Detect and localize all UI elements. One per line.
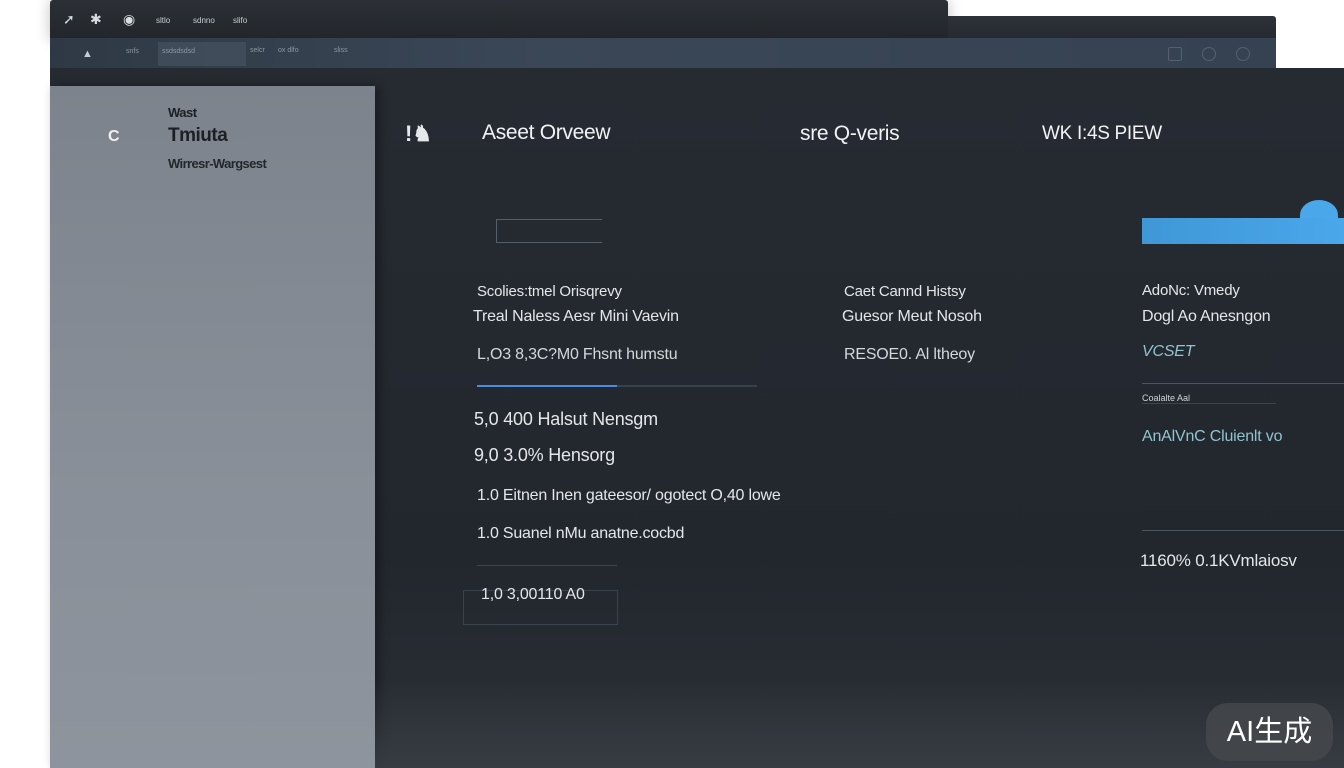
- toolbar-label-3[interactable]: selcr: [250, 47, 265, 54]
- progress-fill: [477, 385, 617, 387]
- progress-bar: [477, 385, 757, 387]
- col1-subheading: Treal Naless Aesr Mini Vaevin: [473, 308, 679, 325]
- col1-row-1: L,O3 8,3C?M0 Fhsnt humstu: [477, 346, 678, 363]
- title-bar-extension: [948, 16, 1276, 40]
- secondary-toolbar: ▲ snfs ssdsdsdsd selcr ox dlfo sliss: [50, 38, 1276, 70]
- col1-row-5: 1.0 Suanel nMu anatne.cocbd: [477, 525, 685, 542]
- col1-row-2: 5,0 400 Halsut Nensgm: [474, 409, 658, 429]
- col3-teal-row: AnAlVnC Cluienlt vo: [1142, 428, 1283, 445]
- title-bar: [50, 0, 948, 40]
- col3-heading: AdoNc: Vmedy: [1142, 282, 1240, 299]
- window-icon[interactable]: [1168, 47, 1182, 61]
- col1-row-4: 1.0 Eitnen Inen gateesor/ ogotect O,40 l…: [477, 487, 781, 504]
- col3-teal-value: VCSET: [1142, 343, 1195, 360]
- col2-subheading: Guesor Meut Nosoh: [842, 308, 982, 325]
- app-logo-icon: !♞: [405, 121, 433, 146]
- toolbar-label-2[interactable]: ssdsdsdsd: [162, 48, 195, 55]
- ai-watermark-badge: AI生成: [1206, 703, 1333, 761]
- col3-subheading: Dogl Ao Anesngon: [1142, 308, 1271, 325]
- value-box-text: 1,0 3,00110 A0: [481, 586, 585, 603]
- topbar-item-1[interactable]: sltlo: [156, 16, 170, 25]
- user-icon[interactable]: [1202, 47, 1216, 61]
- search-input[interactable]: [496, 219, 602, 243]
- col3-bottom-row: 1160% 0.1KVmlaiosv: [1140, 551, 1297, 570]
- col3-divider-3: [1142, 530, 1344, 531]
- col3-divider: [1142, 383, 1344, 384]
- col3-divider-2: [1142, 403, 1276, 404]
- chart-icon[interactable]: ▲: [82, 48, 93, 60]
- settings-icon[interactable]: [1236, 47, 1250, 61]
- col2-row-1: RESOE0. Al ltheoy: [844, 346, 975, 363]
- toolbar-label-5[interactable]: sliss: [334, 47, 348, 54]
- topbar-item-2[interactable]: sdnno: [193, 16, 215, 25]
- sidebar: [50, 86, 375, 768]
- tab-asset-overview[interactable]: Aseet Orveew: [482, 121, 611, 145]
- sidebar-icon[interactable]: C: [108, 128, 120, 146]
- col1-row-3: 9,0 3.0% Hensorg: [474, 445, 615, 465]
- toolbar-label-4[interactable]: ox dlfo: [278, 47, 299, 54]
- toolbar-label-1[interactable]: snfs: [126, 48, 139, 55]
- sidebar-subtitle: Wirresr-Wargsest: [168, 156, 267, 171]
- arrow-icon[interactable]: ➚: [63, 11, 75, 28]
- star-icon[interactable]: ✱: [90, 11, 102, 28]
- col1-heading: Scolies:tmel Orisqrevy: [477, 283, 622, 300]
- globe-icon[interactable]: ◉: [123, 11, 135, 28]
- bottom-glow: [375, 680, 1344, 768]
- topbar-item-3[interactable]: slifo: [233, 16, 247, 25]
- tab-preview[interactable]: WK I:4S PIEW: [1042, 123, 1162, 145]
- sidebar-kicker: Wast: [168, 105, 197, 120]
- accent-bar: [1142, 218, 1344, 244]
- col2-heading: Caet Cannd Histsy: [844, 283, 966, 300]
- tab-queries[interactable]: sre Q-veris: [800, 122, 900, 146]
- col3-small-label: Coalalte Aal: [1142, 393, 1191, 403]
- sidebar-title: Tmiuta: [168, 125, 228, 146]
- col1-divider: [477, 565, 617, 566]
